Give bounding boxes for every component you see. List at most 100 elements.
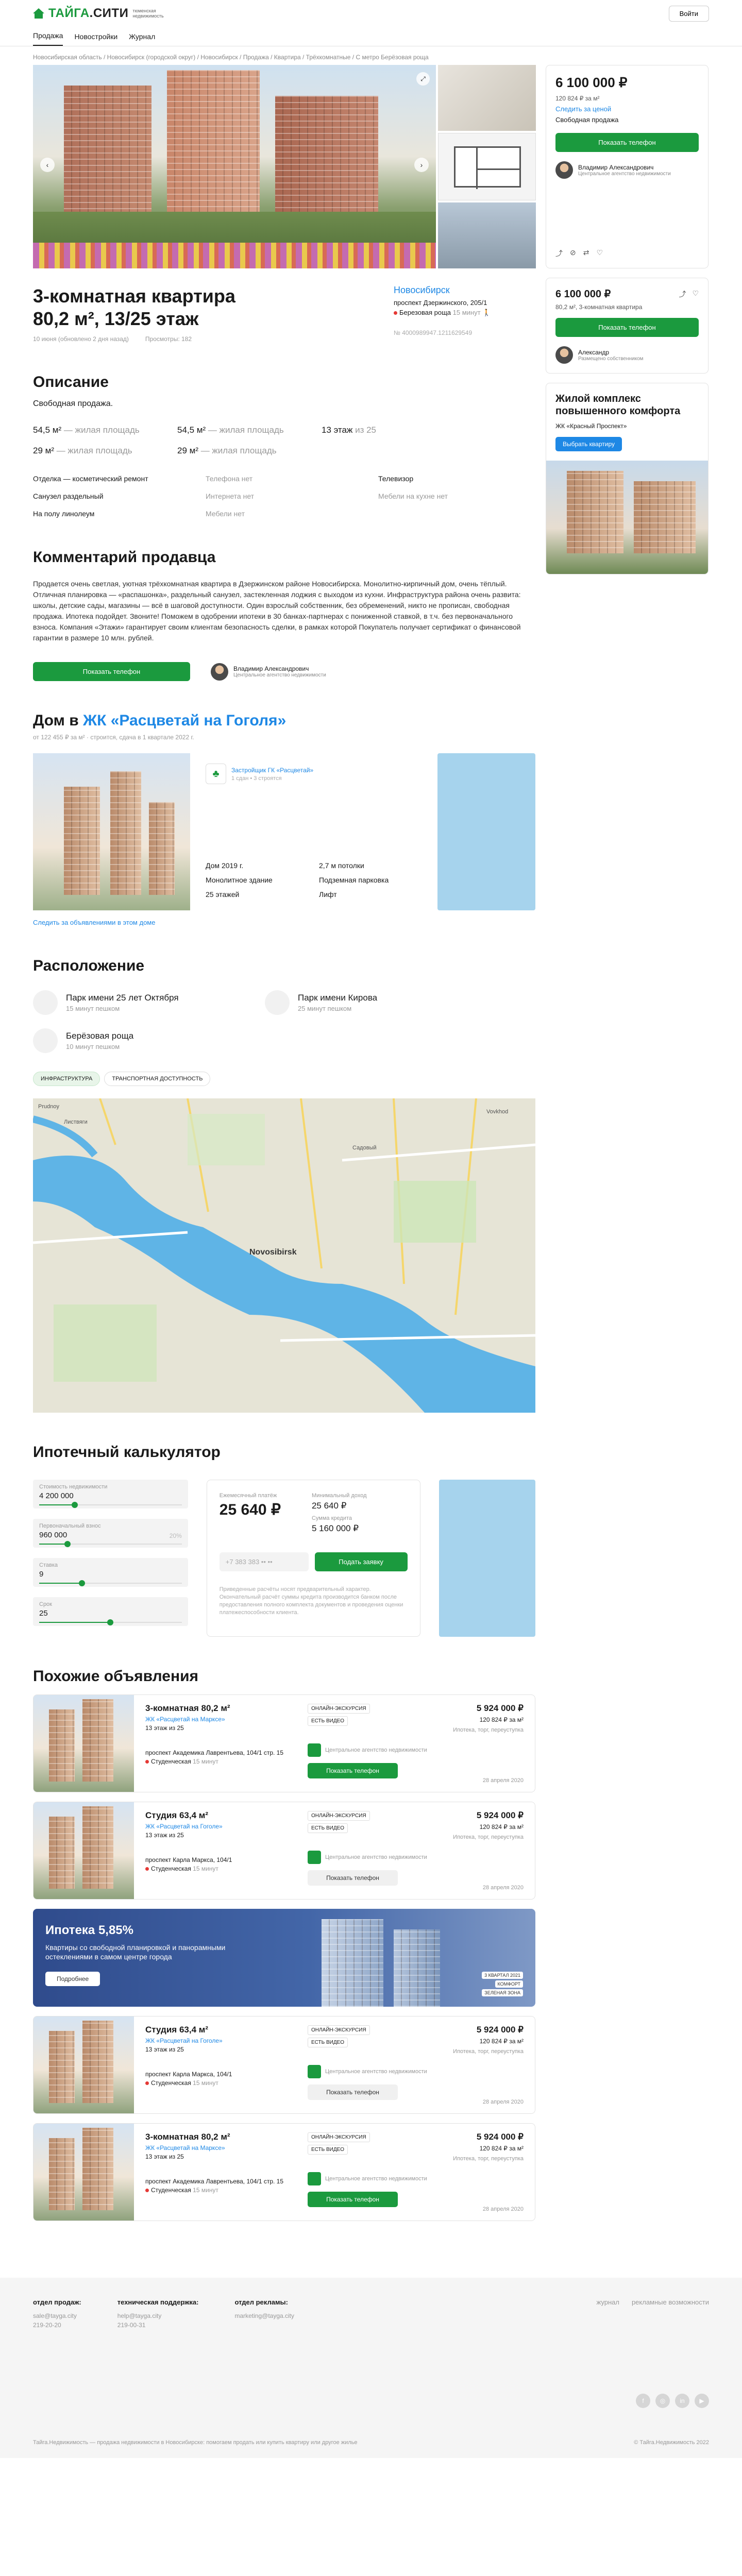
listing-card[interactable]: Студия 63,4 м² ЖК «Расцветай на Гоголе» 13…	[33, 2016, 535, 2114]
slider[interactable]	[39, 1541, 182, 1547]
slider-handle[interactable]	[107, 1619, 114, 1625]
nav-journal[interactable]: Журнал	[129, 32, 155, 46]
listing-title[interactable]: Студия 63,4 м²	[145, 2025, 308, 2035]
show-phone-button[interactable]: Показать телефон	[308, 1763, 398, 1778]
fullscreen-icon[interactable]: ⤢	[416, 72, 430, 86]
downpayment-field[interactable]: Первоначальный взнос 960 000 20%	[33, 1519, 188, 1548]
share-icon[interactable]: ⤴	[555, 248, 563, 259]
mortgage-banner[interactable]	[439, 1480, 535, 1637]
complex-link[interactable]: ЖК «Расцветай на Марксе»	[145, 2144, 308, 2151]
price-field[interactable]: Стоимость недвижимости 4 200 000	[33, 1480, 188, 1509]
login-button[interactable]: Войти	[668, 5, 709, 22]
slider[interactable]	[39, 1619, 182, 1625]
breadcrumb[interactable]: Новосибирская область / Новосибирск (гор…	[0, 46, 742, 65]
heart-icon[interactable]: ♡	[692, 289, 699, 299]
slider-handle[interactable]	[64, 1541, 71, 1547]
thumb-building[interactable]	[438, 202, 536, 268]
owner[interactable]: Александр Размещено собственником	[555, 346, 699, 364]
facebook-icon[interactable]: f	[636, 2394, 650, 2408]
complex-link[interactable]: ЖК «Расцветай на Гоголе»	[145, 1823, 308, 1830]
complex-ad[interactable]: Жилой комплекс повышенного комфорта ЖК «…	[546, 383, 709, 574]
developer[interactable]: ♣ Застройщик ГК «Расцветай» 1 сдан • 3 ст…	[206, 764, 422, 784]
term-field[interactable]: Срок 25	[33, 1597, 188, 1626]
prev-photo-icon[interactable]: ‹	[40, 158, 55, 172]
slider[interactable]	[39, 1580, 182, 1586]
main-photo[interactable]: ‹ › ⤢	[33, 65, 436, 268]
param: 54,5 м² — жилая площадь	[33, 425, 140, 435]
show-phone-button[interactable]: Показать телефон	[33, 662, 190, 681]
rate-field[interactable]: Ставка 9	[33, 1558, 188, 1587]
listing-card[interactable]: 3-комнатная 80,2 м² ЖК «Расцветай на Марк…	[33, 2123, 535, 2221]
tab-infrastructure[interactable]: ИНФРАСТРУКТУРА	[33, 1072, 100, 1086]
instagram-icon[interactable]: ◎	[655, 2394, 670, 2408]
heart-icon[interactable]: ♡	[596, 248, 603, 259]
house-photo[interactable]	[33, 753, 190, 910]
tab-transport[interactable]: ТРАНСПОРТНАЯ ДОСТУПНОСТЬ	[104, 1072, 211, 1086]
footer-link-journal[interactable]: журнал	[597, 2298, 619, 2306]
listing-card[interactable]: Студия 63,4 м² ЖК «Расцветай на Гоголе» 13…	[33, 1802, 535, 1900]
house-fact: Монолитное здание	[206, 876, 273, 884]
map-label: Листвяги	[64, 1119, 88, 1125]
slider-handle[interactable]	[79, 1580, 86, 1586]
promo-text: Квартиры со свободной планировкой и пано…	[45, 1943, 226, 1961]
promo-more-button[interactable]: Подробнее	[45, 1972, 100, 1986]
show-phone-button[interactable]: Показать телефон	[308, 2084, 398, 2100]
vk-icon[interactable]: in	[675, 2394, 689, 2408]
follow-house-link[interactable]: Следить за объявлениями в этом доме	[33, 919, 535, 926]
slider[interactable]	[39, 1502, 182, 1508]
youtube-icon[interactable]: ▶	[695, 2394, 709, 2408]
listing-photo[interactable]	[33, 2016, 134, 2113]
floor: 13 этаж из 25	[145, 2153, 184, 2160]
street: проспект Дзержинского, 205/1	[394, 299, 487, 307]
feature: Мебели нет	[206, 510, 245, 518]
watch-price-link[interactable]: Следить за ценой	[555, 105, 699, 113]
show-phone-button[interactable]: Показать телефон	[555, 133, 699, 152]
listing-title[interactable]: Студия 63,4 м²	[145, 1810, 308, 1821]
logo[interactable]: ТАЙГА.СИТИ тюменская недвижимость	[33, 6, 164, 21]
share-icon[interactable]: ⤴	[679, 289, 686, 299]
main-nav: Продажа Новостройки Журнал	[0, 27, 742, 46]
next-photo-icon[interactable]: ›	[414, 158, 429, 172]
submit-application-button[interactable]: Подать заявку	[314, 1552, 408, 1571]
address-block: Новосибирск проспект Дзержинского, 205/1…	[394, 285, 535, 343]
listing-title[interactable]: 3-комнатная 80,2 м²	[145, 2132, 308, 2142]
phone-input[interactable]: +7 383 383 •• ••	[219, 1552, 309, 1571]
marketing-email[interactable]: marketing@tayga.city	[234, 2312, 294, 2319]
house-map[interactable]	[437, 753, 535, 910]
nav-new-buildings[interactable]: Новостройки	[74, 32, 117, 46]
agent[interactable]: Владимир Александрович Центральное агентс…	[211, 663, 326, 681]
nav-sale[interactable]: Продажа	[33, 31, 63, 46]
show-phone-button[interactable]: Показать телефон	[308, 2192, 398, 2207]
listing-photo[interactable]	[33, 1695, 134, 1792]
complex-ad-title: Жилой комплекс повышенного комфорта	[555, 393, 681, 417]
agency-name: Центральное агентство недвижимости	[325, 1747, 427, 1753]
agent-role: Центральное агентство недвижимости	[578, 171, 671, 177]
choose-flat-button[interactable]: Выбрать квартиру	[555, 437, 622, 451]
complex-link[interactable]: ЖК «Расцветай на Гоголя»	[83, 712, 286, 729]
show-phone-button[interactable]: Показать телефон	[308, 1870, 398, 1886]
developer-name[interactable]: Застройщик ГК «Расцветай»	[231, 767, 313, 774]
block-icon[interactable]: ⊘	[570, 248, 576, 259]
city-link[interactable]: Новосибирск	[394, 285, 535, 296]
listing-photo[interactable]	[33, 1802, 134, 1899]
agent[interactable]: Владимир Александрович Центральное агентс…	[555, 161, 699, 179]
listing-photo[interactable]	[33, 2124, 134, 2221]
listing-title[interactable]: 3-комнатная 80,2 м²	[145, 1703, 308, 1714]
slider-handle[interactable]	[72, 1502, 78, 1508]
sales-email[interactable]: sale@tayga.city	[33, 2312, 77, 2319]
show-phone-button[interactable]: Показать телефон	[555, 318, 699, 337]
metro-icon	[394, 311, 397, 315]
metro-icon	[145, 2081, 149, 2085]
place-item: Берёзовая роща 10 минут пешком	[33, 1028, 265, 1053]
mortgage-promo-banner[interactable]: Ипотека 5,85% Квартиры со свободной плани…	[33, 1909, 535, 2007]
listing-card[interactable]: 3-комнатная 80,2 м² ЖК «Расцветай на Марк…	[33, 1694, 535, 1792]
footer-link-ads[interactable]: рекламные возможности	[632, 2298, 709, 2306]
thumb-interior[interactable]	[438, 65, 536, 131]
location-map[interactable]: Novosibirsk Vovkhod Prudnoy Листвяги Сад…	[33, 1098, 535, 1413]
thumb-floorplan[interactable]	[438, 133, 536, 200]
support-email[interactable]: help@tayga.city	[117, 2312, 162, 2319]
compare-icon[interactable]: ⇄	[583, 248, 589, 259]
complex-link[interactable]: ЖК «Расцветай на Гоголе»	[145, 2037, 308, 2044]
complex-link[interactable]: ЖК «Расцветай на Марксе»	[145, 1716, 308, 1723]
footer-description: Тайга.Недвижимость — продажа недвижимост…	[33, 2439, 358, 2446]
